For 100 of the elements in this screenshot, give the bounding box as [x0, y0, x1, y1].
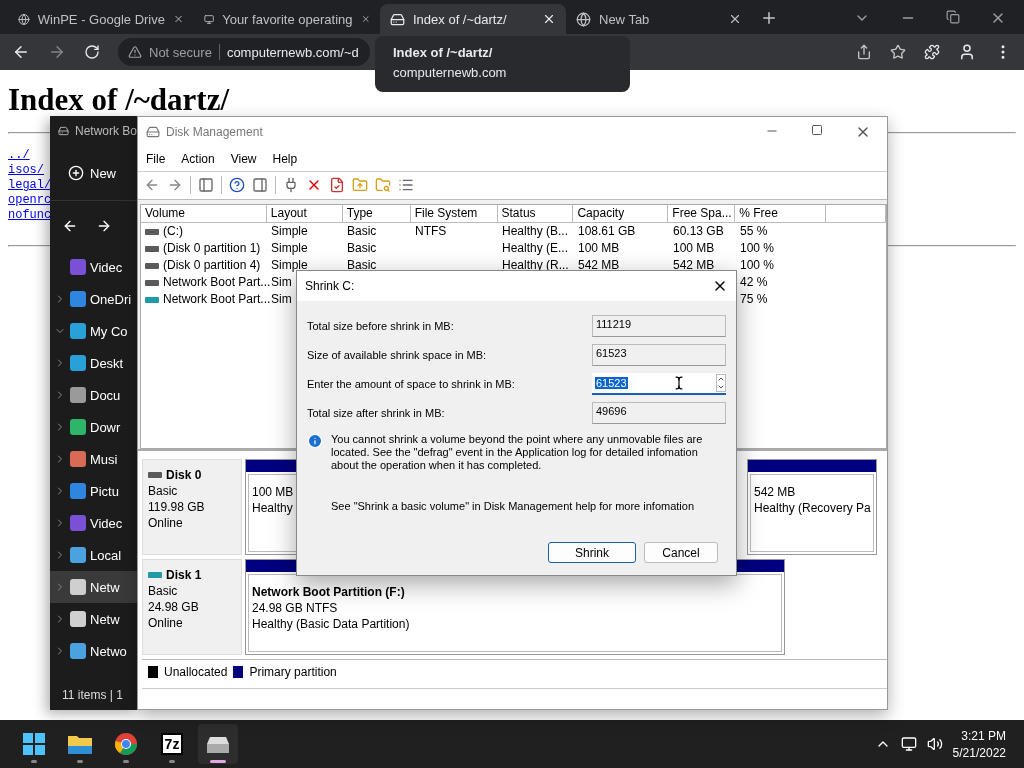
back-icon[interactable] [12, 43, 30, 61]
column-header[interactable]: Layout [266, 205, 343, 223]
nav-item[interactable]: OneDri [50, 283, 137, 315]
directory-link[interactable]: nofunc [8, 208, 52, 223]
nav-item[interactable]: Pictu [50, 475, 137, 507]
table-cell: 542 MB [673, 257, 715, 275]
table-cell: 42 % [740, 274, 768, 292]
volume-icon[interactable] [926, 736, 943, 752]
browser-icon [115, 733, 137, 755]
directory-link[interactable]: openrc [8, 193, 52, 208]
column-header[interactable]: Type [342, 205, 411, 223]
column-header[interactable]: % Free [735, 205, 827, 223]
column-header[interactable]: Volume [141, 205, 267, 223]
bookmark-icon[interactable] [890, 44, 906, 60]
partition-size: 100 MB [252, 485, 294, 499]
check-file-icon[interactable] [329, 177, 345, 194]
drive-icon [58, 125, 69, 137]
table-cell: Healthy (E... [502, 240, 569, 258]
nav-item[interactable]: Deskt [50, 347, 137, 379]
tile-icon [70, 259, 86, 275]
network-icon[interactable] [900, 736, 917, 752]
legend-label: Primary partition [249, 665, 337, 679]
partition-size: 24.98 GB NTFS [252, 601, 338, 615]
restore-icon[interactable] [946, 10, 960, 24]
size-spin-field[interactable]: 61523 [592, 372, 726, 395]
field-label: Enter the amount of space to shrink in MB: [307, 377, 515, 390]
panel-icon[interactable] [252, 177, 268, 194]
extensions-icon[interactable] [924, 44, 940, 60]
dialog-button[interactable]: Shrink [548, 542, 636, 563]
menu-item[interactable]: File [146, 151, 166, 166]
dialog-button[interactable]: Cancel [644, 542, 718, 563]
table-cell: 542 MB [578, 257, 620, 275]
partition-block[interactable]: 542 MB Healthy (Recovery Pa [747, 459, 877, 555]
tile-icon [70, 291, 86, 307]
profile-icon[interactable] [958, 43, 976, 61]
tile-icon [70, 611, 86, 627]
back-icon[interactable] [62, 218, 78, 234]
forward-icon[interactable] [96, 218, 112, 234]
table-cell: 100 % [740, 257, 775, 275]
panel-icon[interactable] [198, 177, 214, 194]
warning-icon [128, 45, 142, 59]
nav-item[interactable]: Netw [50, 603, 137, 635]
nav-item[interactable]: Netwo [50, 635, 137, 667]
table-cell: Basic [347, 240, 377, 258]
browser-tab[interactable]: Your favorite operating [194, 4, 380, 34]
nav-item[interactable]: Netw [50, 571, 137, 603]
column-header[interactable]: Status [497, 205, 574, 223]
security-label: Not secure [149, 44, 212, 60]
nav-item[interactable]: Dowr [50, 411, 137, 443]
partition-size: 542 MB [754, 485, 796, 499]
table-cell: Basic [347, 223, 377, 241]
nav-item[interactable]: Videc [50, 251, 137, 283]
menu-item[interactable]: Help [272, 151, 298, 166]
nav-item[interactable]: Docu [50, 379, 137, 411]
help-text: See "Shrink a basic volume" in Disk Management help for more infomation [331, 500, 696, 512]
tab-icon [18, 11, 30, 27]
taskbar-app[interactable]: 7z [152, 724, 192, 764]
table-cell: 100 MB [673, 240, 715, 258]
new-tab-button[interactable] [760, 9, 778, 27]
browser-tab[interactable]: Index of /~dartz/ [380, 4, 566, 34]
maximize-icon[interactable] [811, 123, 823, 136]
selected-text: 61523 [595, 376, 628, 389]
browser-tab[interactable]: WinPE - Google Drive [8, 4, 194, 34]
dialog-title: Shrink C: [305, 279, 355, 293]
tile-icon [70, 419, 86, 435]
help-icon[interactable] [229, 177, 245, 194]
table-cell: Network Boot Part... [163, 274, 271, 292]
share-icon[interactable] [856, 44, 872, 60]
table-cell: 55 % [740, 223, 768, 241]
table-cell: Basic [347, 257, 377, 275]
tab-icon [576, 11, 591, 27]
directory-link[interactable]: legal/ [8, 178, 52, 193]
table-cell: 100 % [740, 240, 775, 258]
tooltip-url: computernewb.com [393, 65, 508, 80]
column-header[interactable]: File System [410, 205, 498, 223]
taskbar-app[interactable] [198, 724, 238, 764]
plug-icon[interactable] [283, 177, 299, 194]
menu-item[interactable]: Action [181, 151, 215, 166]
status-text: 11 items | 1 [61, 688, 124, 704]
nav-item[interactable]: Local [50, 539, 137, 571]
drive-icon [145, 244, 159, 253]
readonly-field: 111219 [592, 314, 726, 337]
menu-item[interactable]: View [230, 151, 257, 166]
new-button[interactable]: New [90, 165, 116, 181]
column-header[interactable]: Capacity [573, 205, 669, 223]
column-header[interactable]: Free Spa... [668, 205, 736, 223]
drive-icon [145, 295, 159, 304]
url-text: computernewb.com/~d [226, 44, 359, 60]
nav-item[interactable]: My Co [50, 315, 137, 347]
close-icon[interactable] [542, 12, 556, 26]
app-icon [146, 124, 160, 139]
address-bar[interactable]: Not secure computernewb.com/~d [118, 38, 370, 66]
nav-item[interactable]: Musi [50, 443, 137, 475]
reload-icon[interactable] [84, 44, 100, 60]
browser-tab[interactable]: New Tab [566, 4, 752, 34]
directory-link[interactable]: isos/ [8, 163, 52, 178]
nav-item[interactable]: Videc [50, 507, 137, 539]
clock[interactable]: 3:21 PM 5/21/2022 [952, 728, 1010, 760]
directory-link[interactable]: ../ [8, 148, 52, 163]
close-icon[interactable] [728, 12, 742, 26]
